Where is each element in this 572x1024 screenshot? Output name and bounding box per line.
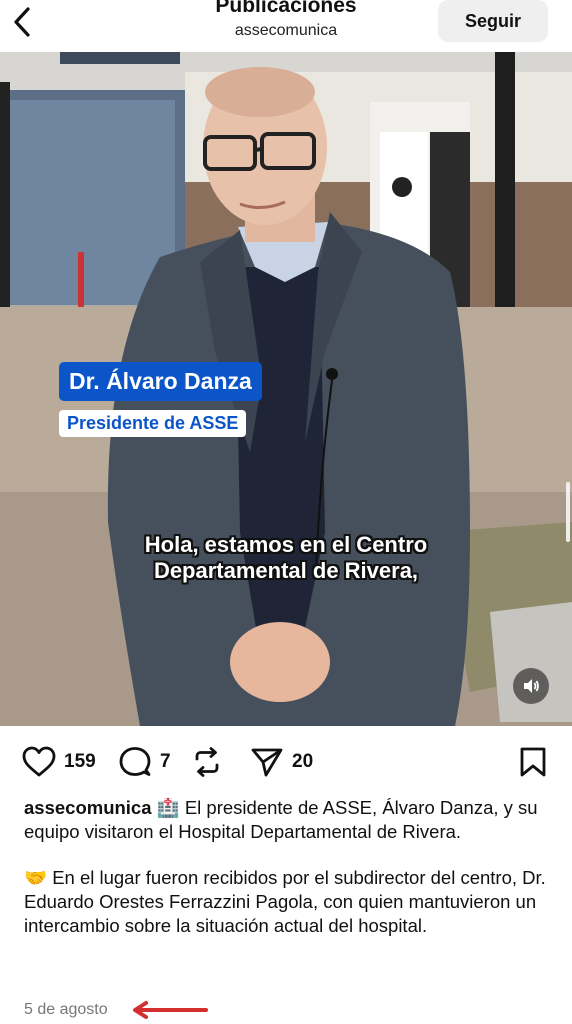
share-button[interactable]: 20 xyxy=(250,746,313,778)
video-subtitle-line-2: Departamental de Rivera, xyxy=(153,558,419,583)
comment-count: 7 xyxy=(160,751,171,772)
sound-toggle-button[interactable] xyxy=(513,668,549,704)
video-subtitle: Hola, estamos en el Centro Departamental… xyxy=(60,532,512,584)
repost-icon xyxy=(195,747,219,777)
video-player[interactable]: Dr. Álvaro Danza Presidente de ASSE Hola… xyxy=(0,52,572,726)
speaker-icon xyxy=(524,679,539,693)
hospital-emoji-icon: 🏥 xyxy=(156,797,180,818)
caption-text-2: En el lugar fueron recibidos por el subd… xyxy=(24,867,546,936)
like-count: 159 xyxy=(64,751,96,772)
follow-button[interactable]: Seguir xyxy=(438,0,548,42)
heart-icon xyxy=(22,746,56,777)
speaker-name-badge: Dr. Álvaro Danza xyxy=(59,362,262,401)
comment-icon xyxy=(119,747,151,776)
send-icon xyxy=(251,748,283,777)
like-button[interactable]: 159 xyxy=(22,746,96,778)
comment-button[interactable]: 7 xyxy=(118,746,171,778)
post-actions: 159 7 20 xyxy=(0,738,572,788)
share-count: 20 xyxy=(292,751,314,772)
post-caption: assecomunica 🏥 El presidente de ASSE, Ál… xyxy=(24,796,552,938)
post-date: 5 de agosto xyxy=(24,1001,108,1018)
handshake-emoji-icon: 🤝 xyxy=(24,867,48,888)
caption-username[interactable]: assecomunica xyxy=(24,797,152,818)
repost-button[interactable] xyxy=(190,746,224,778)
caption-paragraph-1: assecomunica 🏥 El presidente de ASSE, Ál… xyxy=(24,796,552,844)
save-button[interactable] xyxy=(518,746,548,783)
speaker-role-badge: Presidente de ASSE xyxy=(59,410,247,437)
top-bar: Publicaciones assecomunica Seguir xyxy=(0,0,572,52)
video-subtitle-line-1: Hola, estamos en el Centro xyxy=(144,532,428,557)
caption-paragraph-2: 🤝 En el lugar fueron recibidos por el su… xyxy=(24,866,552,938)
red-arrow-annotation-icon xyxy=(133,1001,208,1019)
bookmark-icon xyxy=(520,747,546,777)
